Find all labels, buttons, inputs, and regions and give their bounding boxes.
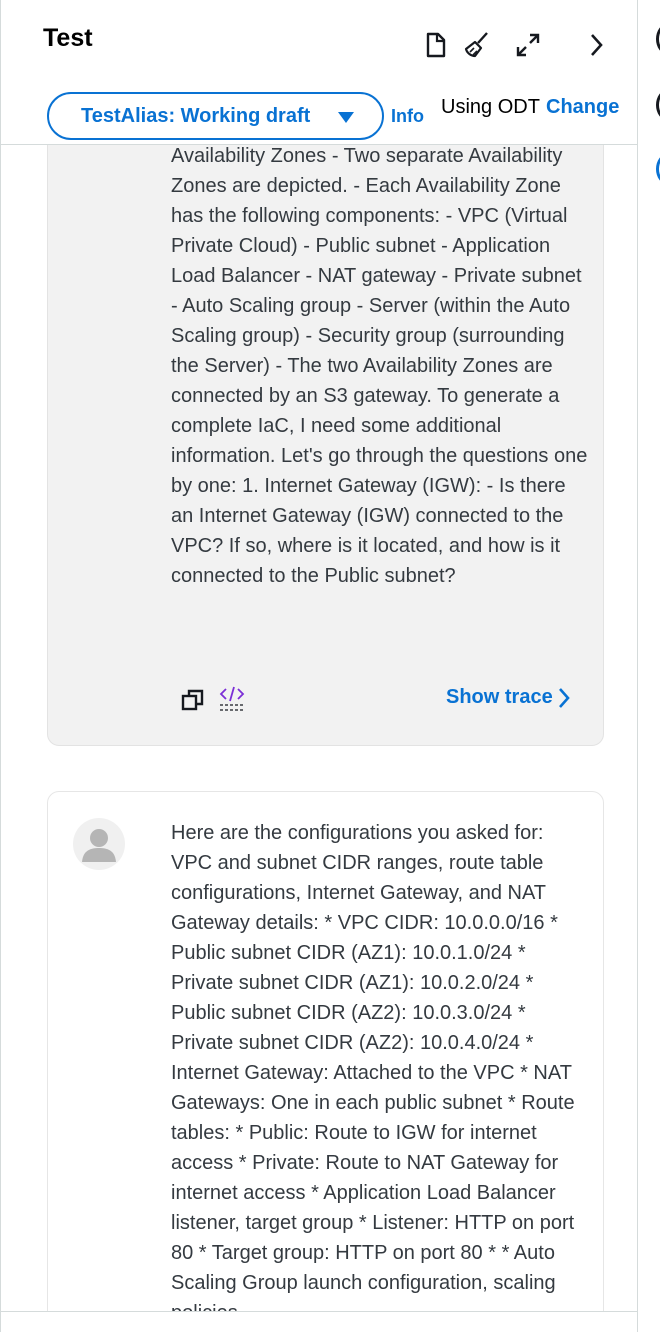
rail-item-icon[interactable] [656,24,660,54]
panel-header: Test TestAlias: Working draft Info Using… [1,0,637,145]
clear-broom-icon[interactable] [462,28,492,62]
using-odt-label: Using ODT [441,96,540,118]
caret-down-icon [338,112,354,123]
rail-item-icon[interactable] [656,90,660,120]
change-link[interactable]: Change [546,96,619,119]
show-trace-label: Show trace [446,686,553,708]
rail-item-icon-active[interactable] [656,154,660,184]
show-trace-link[interactable]: Show trace [446,686,571,709]
chevron-right-icon[interactable] [581,28,611,62]
user-avatar-icon [73,818,125,870]
code-icon[interactable] [218,684,246,712]
agent-message-text: Availability Zones - Two separate Availa… [171,145,588,587]
document-icon[interactable] [421,28,451,62]
alias-select-button[interactable]: TestAlias: Working draft [47,92,384,140]
expand-icon[interactable] [513,28,543,62]
page-title: Test [43,24,93,52]
copy-icon[interactable] [181,688,205,712]
alias-select-label: TestAlias: Working draft [81,104,311,127]
info-link[interactable]: Info [391,106,424,127]
side-rail [639,0,660,1332]
chevron-right-icon [558,687,570,708]
user-message-text: Here are the configurations you asked fo… [171,822,575,1324]
test-panel: Availability Zones - Two separate Availa… [0,0,638,1332]
bottom-input-bar [1,1311,637,1332]
